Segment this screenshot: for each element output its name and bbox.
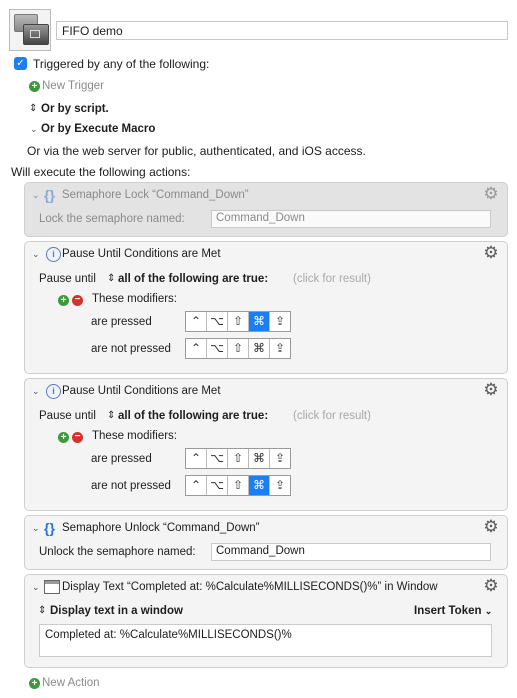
action-title: Semaphore Lock “Command_Down” — [62, 189, 249, 201]
window-icon — [44, 580, 60, 594]
gear-icon[interactable]: ⚙ — [483, 381, 499, 398]
gear-icon[interactable]: ⚙ — [483, 185, 499, 202]
command-key[interactable]: ⌘ — [249, 339, 270, 358]
action-pause-until-2[interactable]: ⌄ i Pause Until Conditions are Met ⚙ Pau… — [24, 378, 508, 511]
capslock-key[interactable]: ⇪ — [270, 476, 290, 495]
command-key[interactable]: ⌘ — [249, 449, 270, 468]
updown-chevron-icon[interactable]: ⇕ — [38, 605, 46, 616]
option-key[interactable]: ⌥ — [207, 312, 228, 331]
pause-until-label: Pause until — [39, 273, 96, 285]
updown-chevron-icon[interactable]: ⇕ — [107, 410, 115, 421]
plus-icon[interactable]: + — [29, 81, 40, 92]
shift-key[interactable]: ⇧ — [228, 449, 249, 468]
gear-icon[interactable]: ⚙ — [483, 577, 499, 594]
capslock-key[interactable]: ⇪ — [270, 312, 290, 331]
action-title: Display Text “Completed at: %Calculate%M… — [62, 581, 438, 593]
modifier-row-label: are pressed — [91, 453, 152, 465]
new-action-link[interactable]: New Action — [42, 677, 100, 689]
command-key[interactable]: ⌘ — [249, 476, 270, 495]
or-by-execute-macro-toggle[interactable]: Or by Execute Macro — [41, 123, 155, 135]
action-display-text[interactable]: ⌄ Display Text “Completed at: %Calculate… — [24, 574, 508, 668]
action-title: Semaphore Unlock “Command_Down” — [62, 522, 260, 534]
minus-icon[interactable]: − — [72, 295, 83, 306]
control-key[interactable]: ⌃ — [186, 312, 207, 331]
condition-selector[interactable]: all of the following are true: — [118, 410, 268, 422]
control-key[interactable]: ⌃ — [186, 476, 207, 495]
action-semaphore-unlock[interactable]: ⌄ {} Semaphore Unlock “Command_Down” ⚙ U… — [24, 515, 508, 570]
semaphore-name-field[interactable]: Command_Down — [211, 543, 491, 561]
action-title: Pause Until Conditions are Met — [62, 248, 221, 260]
updown-chevron-icon[interactable]: ⇕ — [29, 103, 37, 114]
modifier-row-label: are not pressed — [91, 480, 171, 492]
plus-icon[interactable]: + — [58, 295, 69, 306]
semaphore-icon: {} — [44, 187, 55, 203]
chevron-down-icon[interactable]: ⌄ — [30, 124, 38, 135]
result-hint[interactable]: (click for result) — [293, 273, 371, 285]
info-icon: i — [46, 247, 61, 262]
modifier-keys-not-pressed[interactable]: ⌃ ⌥ ⇧ ⌘ ⇪ — [185, 338, 291, 359]
control-key[interactable]: ⌃ — [186, 339, 207, 358]
option-key[interactable]: ⌥ — [207, 449, 228, 468]
modifier-row-label: are not pressed — [91, 343, 171, 355]
insert-token-menu[interactable]: Insert Token ⌄ — [414, 605, 492, 617]
modifiers-label: These modifiers: — [92, 293, 178, 305]
field-label: Unlock the semaphore named: — [39, 546, 196, 558]
info-icon: i — [46, 384, 61, 399]
chevron-down-icon[interactable]: ⌄ — [32, 582, 40, 593]
modifier-keys-pressed[interactable]: ⌃ ⌥ ⇧ ⌘ ⇪ — [185, 311, 291, 332]
new-trigger-link[interactable]: New Trigger — [42, 80, 104, 92]
capslock-key[interactable]: ⇪ — [270, 339, 290, 358]
action-semaphore-lock[interactable]: ⌄ {} Semaphore Lock “Command_Down” ⚙ Loc… — [24, 182, 508, 237]
trigger-checkbox-label: Triggered by any of the following: — [33, 57, 210, 71]
shift-key[interactable]: ⇧ — [228, 339, 249, 358]
field-label: Lock the semaphore named: — [39, 213, 185, 225]
action-pause-until-1[interactable]: ⌄ i Pause Until Conditions are Met ⚙ Pau… — [24, 241, 508, 374]
modifiers-label: These modifiers: — [92, 430, 178, 442]
or-by-script-toggle[interactable]: Or by script. — [41, 103, 109, 115]
option-key[interactable]: ⌥ — [207, 476, 228, 495]
chevron-down-icon[interactable]: ⌄ — [32, 249, 40, 260]
chevron-down-icon: ⌄ — [484, 606, 493, 616]
semaphore-name-field[interactable]: Command_Down — [211, 210, 491, 228]
display-text-area[interactable]: Completed at: %Calculate%MILLISECONDS()% — [39, 624, 492, 657]
macro-name-field[interactable]: FIFO demo — [56, 21, 508, 40]
gear-icon[interactable]: ⚙ — [483, 518, 499, 535]
display-mode-selector[interactable]: Display text in a window — [50, 605, 183, 617]
chevron-down-icon[interactable]: ⌄ — [32, 523, 40, 534]
gear-icon[interactable]: ⚙ — [483, 244, 499, 261]
actions-header: Will execute the following actions: — [11, 165, 191, 179]
command-key[interactable]: ⌘ — [249, 312, 270, 331]
modifier-keys-pressed[interactable]: ⌃ ⌥ ⇧ ⌘ ⇪ — [185, 448, 291, 469]
option-key[interactable]: ⌥ — [207, 339, 228, 358]
macro-icon[interactable] — [9, 9, 51, 51]
condition-selector[interactable]: all of the following are true: — [118, 273, 268, 285]
modifier-row-label: are pressed — [91, 316, 152, 328]
action-title: Pause Until Conditions are Met — [62, 385, 221, 397]
updown-chevron-icon[interactable]: ⇕ — [107, 273, 115, 284]
shift-key[interactable]: ⇧ — [228, 312, 249, 331]
chevron-down-icon[interactable]: ⌄ — [32, 386, 40, 397]
semaphore-icon: {} — [44, 520, 55, 536]
insert-token-label: Insert Token — [414, 605, 482, 617]
control-key[interactable]: ⌃ — [186, 449, 207, 468]
chevron-down-icon[interactable]: ⌄ — [32, 190, 40, 201]
plus-icon[interactable]: + — [29, 678, 40, 689]
plus-icon[interactable]: + — [58, 432, 69, 443]
trigger-checkbox[interactable]: ✓ — [14, 57, 27, 70]
result-hint[interactable]: (click for result) — [293, 410, 371, 422]
capslock-key[interactable]: ⇪ — [270, 449, 290, 468]
pause-until-label: Pause until — [39, 410, 96, 422]
modifier-keys-not-pressed[interactable]: ⌃ ⌥ ⇧ ⌘ ⇪ — [185, 475, 291, 496]
shift-key[interactable]: ⇧ — [228, 476, 249, 495]
web-server-note: Or via the web server for public, authen… — [27, 144, 366, 158]
minus-icon[interactable]: − — [72, 432, 83, 443]
